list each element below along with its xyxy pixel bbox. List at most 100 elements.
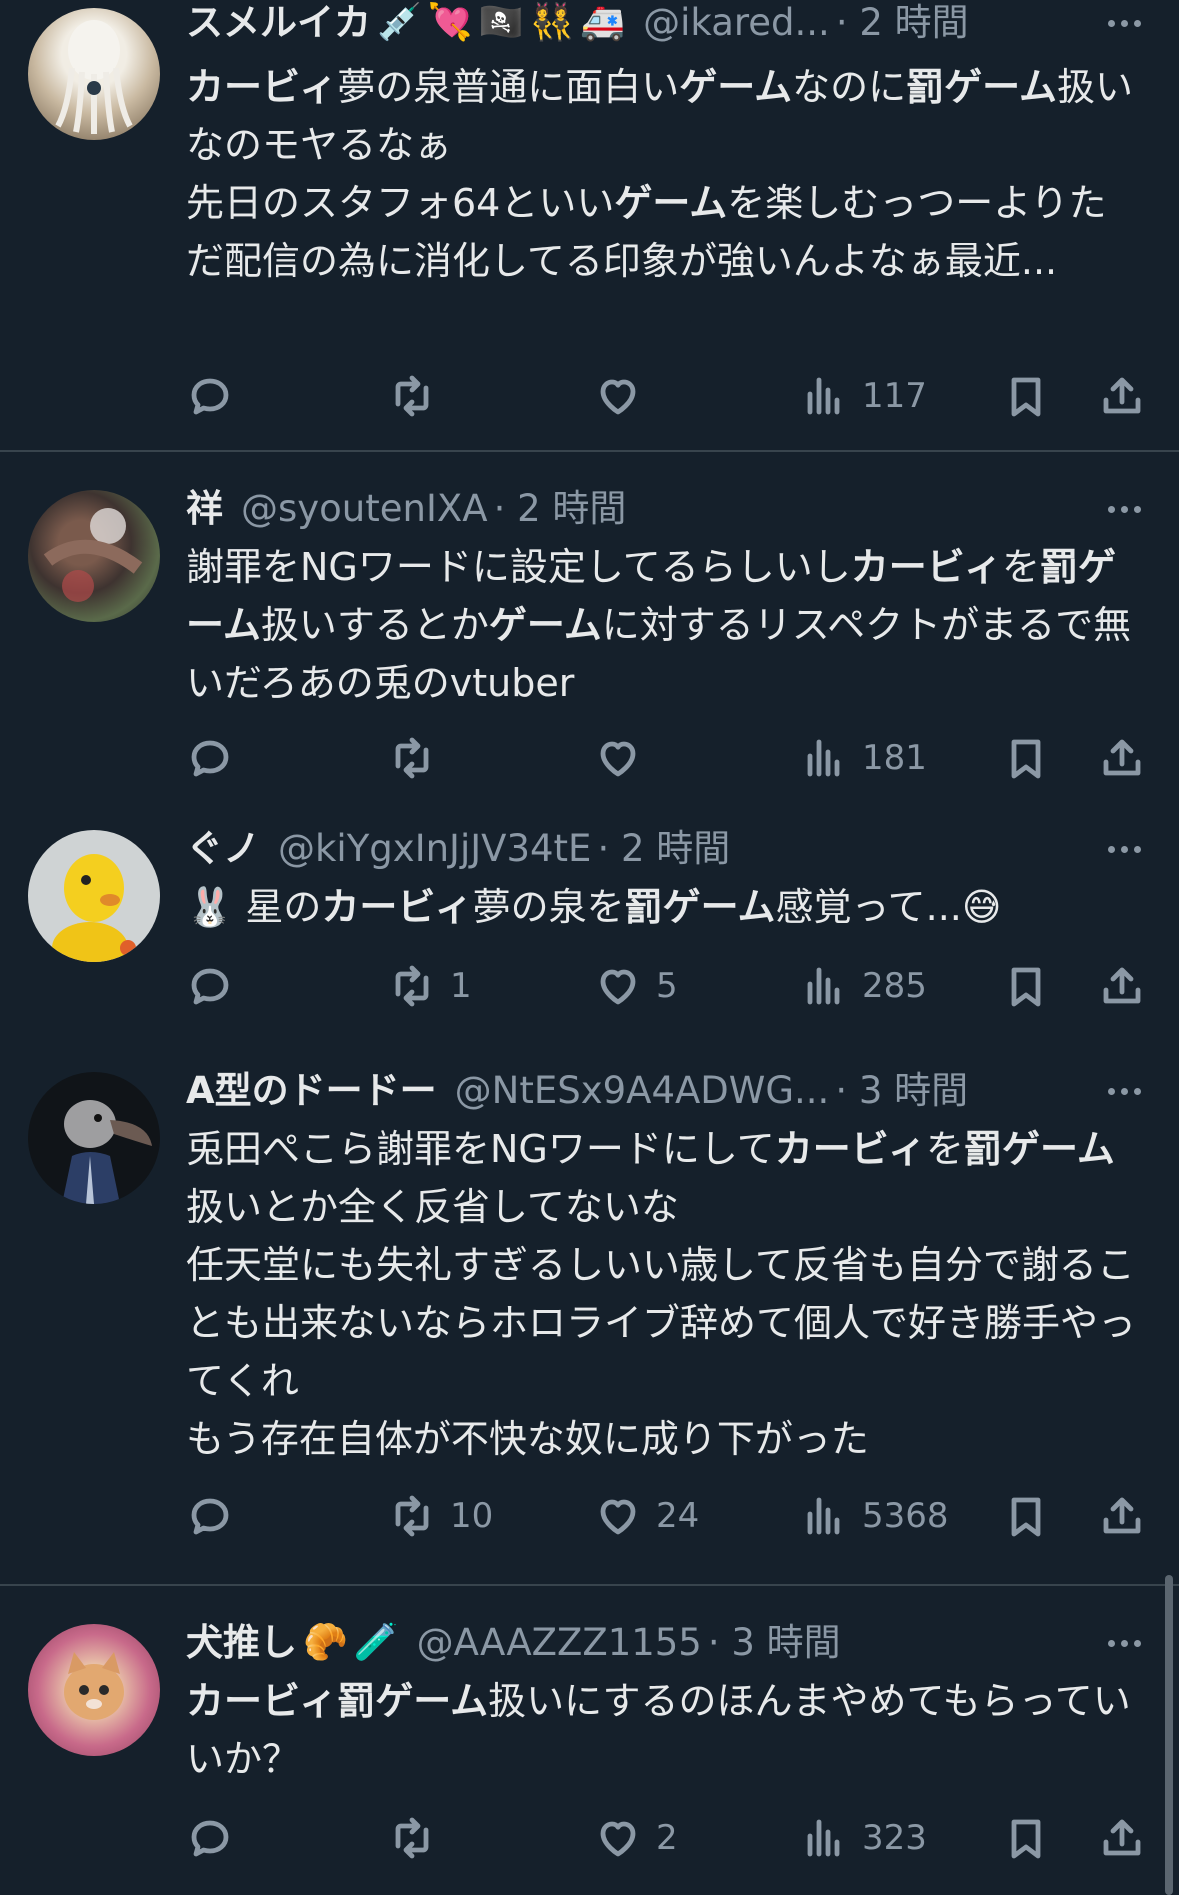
like-button[interactable] bbox=[594, 728, 656, 788]
bookmark-button[interactable] bbox=[1002, 366, 1050, 426]
views-icon bbox=[807, 1819, 840, 1857]
more-options-icon[interactable] bbox=[1099, 1062, 1149, 1120]
retweet-button[interactable]: 10 bbox=[388, 1486, 493, 1546]
tweet-text: 🐰 星のカービィ夢の泉を罰ゲーム感覚って...😅 bbox=[186, 878, 1139, 936]
bookmark-icon bbox=[1011, 377, 1041, 417]
tweet-text: カービィ夢の泉普通に面白いゲームなのに罰ゲーム扱いなのモヤるなぁ 先日のスタフォ… bbox=[186, 58, 1139, 290]
bookmark-button[interactable] bbox=[1002, 1486, 1050, 1546]
avatar-dodo-image bbox=[62, 1100, 152, 1204]
more-options-icon[interactable] bbox=[1099, 1614, 1149, 1672]
like-count: 5 bbox=[656, 966, 678, 1006]
handle[interactable]: @kiYgxInJjJV34tE bbox=[278, 820, 591, 878]
share-button[interactable] bbox=[1098, 956, 1146, 1016]
avatar[interactable] bbox=[28, 8, 160, 140]
tweet-header: 犬推し 🥐 🧪 @AAAZZZ1155 · 3 時間 bbox=[186, 1614, 1149, 1672]
retweet-button[interactable] bbox=[388, 1808, 450, 1868]
views-count: 5368 bbox=[862, 1496, 949, 1536]
display-name[interactable]: 祥 bbox=[186, 480, 223, 538]
highlighted-keyword: カービィ bbox=[186, 65, 338, 109]
avatar[interactable] bbox=[28, 490, 160, 622]
timestamp[interactable]: · 2 時間 bbox=[836, 0, 969, 52]
like-button[interactable] bbox=[594, 366, 656, 426]
tweet-text-segment: なのに bbox=[792, 65, 907, 109]
views-button[interactable]: 181 bbox=[800, 728, 927, 788]
tweet-actions: 1 5 285 bbox=[0, 956, 1179, 1016]
handle[interactable]: @ikared... bbox=[643, 0, 830, 52]
views-button[interactable]: 117 bbox=[800, 366, 927, 426]
views-count: 323 bbox=[862, 1818, 927, 1858]
share-button[interactable] bbox=[1098, 728, 1146, 788]
tweet-text-segment: 謝罪をNGワードに設定してるらしいし bbox=[186, 545, 851, 589]
more-options-icon[interactable] bbox=[1099, 0, 1149, 52]
views-icon bbox=[807, 377, 840, 415]
like-button[interactable]: 5 bbox=[594, 956, 678, 1016]
share-button[interactable] bbox=[1098, 1808, 1146, 1868]
tweet-text-segment: を bbox=[1001, 545, 1040, 589]
more-options-icon[interactable] bbox=[1099, 820, 1149, 878]
timestamp[interactable]: · 2 時間 bbox=[597, 820, 730, 878]
timestamp[interactable]: · 3 時間 bbox=[835, 1062, 968, 1120]
reply-button[interactable] bbox=[186, 1808, 248, 1868]
retweet-count: 1 bbox=[450, 966, 472, 1006]
reply-button[interactable] bbox=[186, 956, 248, 1016]
share-button[interactable] bbox=[1098, 366, 1146, 426]
views-count: 117 bbox=[862, 376, 927, 416]
timestamp[interactable]: · 3 時間 bbox=[708, 1614, 841, 1672]
more-options-icon[interactable] bbox=[1099, 480, 1149, 538]
divider bbox=[0, 450, 1179, 452]
bookmark-button[interactable] bbox=[1002, 728, 1050, 788]
highlighted-keyword: 罰ゲーム bbox=[624, 885, 776, 929]
share-icon bbox=[1103, 1497, 1141, 1534]
like-button[interactable]: 2 bbox=[594, 1808, 678, 1868]
heart-icon bbox=[600, 1821, 636, 1857]
bookmark-button[interactable] bbox=[1002, 1808, 1050, 1868]
display-name[interactable]: ぐノ bbox=[186, 820, 260, 878]
avatar-yellow-doll-image bbox=[52, 854, 136, 962]
avatar-squid-image bbox=[55, 20, 133, 134]
name-emoji: 👯 bbox=[529, 2, 575, 43]
share-icon bbox=[1103, 739, 1141, 776]
highlighted-keyword: カービィ罰ゲーム bbox=[186, 1679, 489, 1723]
display-name[interactable]: スメルイカ 💉 💘 🏴‍☠️ 👯 🚑 bbox=[186, 0, 625, 52]
share-button[interactable] bbox=[1098, 1486, 1146, 1546]
name-emoji: 🥐 bbox=[303, 1622, 348, 1663]
retweet-icon bbox=[395, 965, 429, 1007]
bookmark-button[interactable] bbox=[1002, 956, 1050, 1016]
views-button[interactable]: 5368 bbox=[800, 1486, 949, 1546]
views-count: 285 bbox=[862, 966, 927, 1006]
reply-button[interactable] bbox=[186, 728, 248, 788]
display-name[interactable]: 犬推し 🥐 🧪 bbox=[186, 1614, 399, 1672]
reply-button[interactable] bbox=[186, 1486, 248, 1546]
highlighted-keyword: ゲーム bbox=[488, 603, 602, 647]
tweet-text-segment: 🐰 星の bbox=[186, 885, 322, 929]
tweet-actions: 10 24 5368 bbox=[0, 1486, 1179, 1546]
avatar[interactable] bbox=[28, 1072, 160, 1204]
avatar[interactable] bbox=[28, 1624, 160, 1756]
tweet-text-segment: 感覚って...😅 bbox=[775, 885, 1002, 929]
heart-icon bbox=[600, 741, 636, 777]
retweet-button[interactable] bbox=[388, 728, 450, 788]
handle[interactable]: @NtESx9A4ADWG... bbox=[455, 1062, 830, 1120]
display-name-text: ぐノ bbox=[186, 827, 260, 870]
handle[interactable]: @syoutenIXA bbox=[241, 480, 488, 538]
retweet-icon bbox=[395, 1495, 429, 1537]
timestamp[interactable]: · 2 時間 bbox=[494, 480, 627, 538]
display-name-text: 犬推し bbox=[186, 1621, 297, 1664]
scrollbar[interactable] bbox=[1165, 1575, 1173, 1895]
avatar[interactable] bbox=[28, 830, 160, 962]
views-button[interactable]: 285 bbox=[800, 956, 927, 1016]
highlighted-keyword: カービィ bbox=[321, 885, 473, 929]
tweet-header: A型のドードー @NtESx9A4ADWG... · 3 時間 bbox=[186, 1062, 1149, 1120]
bookmark-icon bbox=[1011, 1497, 1041, 1537]
tweet-text-segment: 夢の泉普通に面白い bbox=[337, 65, 680, 109]
display-name[interactable]: A型のドードー bbox=[186, 1062, 437, 1120]
like-button[interactable]: 24 bbox=[594, 1486, 699, 1546]
retweet-button[interactable] bbox=[388, 366, 450, 426]
tweet-actions: 117 bbox=[0, 366, 1179, 426]
avatar-illustration-image bbox=[43, 508, 143, 602]
retweet-button[interactable]: 1 bbox=[388, 956, 472, 1016]
handle[interactable]: @AAAZZZ1155 bbox=[417, 1614, 702, 1672]
views-button[interactable]: 323 bbox=[800, 1808, 927, 1868]
reply-icon bbox=[191, 1820, 229, 1857]
reply-button[interactable] bbox=[186, 366, 248, 426]
